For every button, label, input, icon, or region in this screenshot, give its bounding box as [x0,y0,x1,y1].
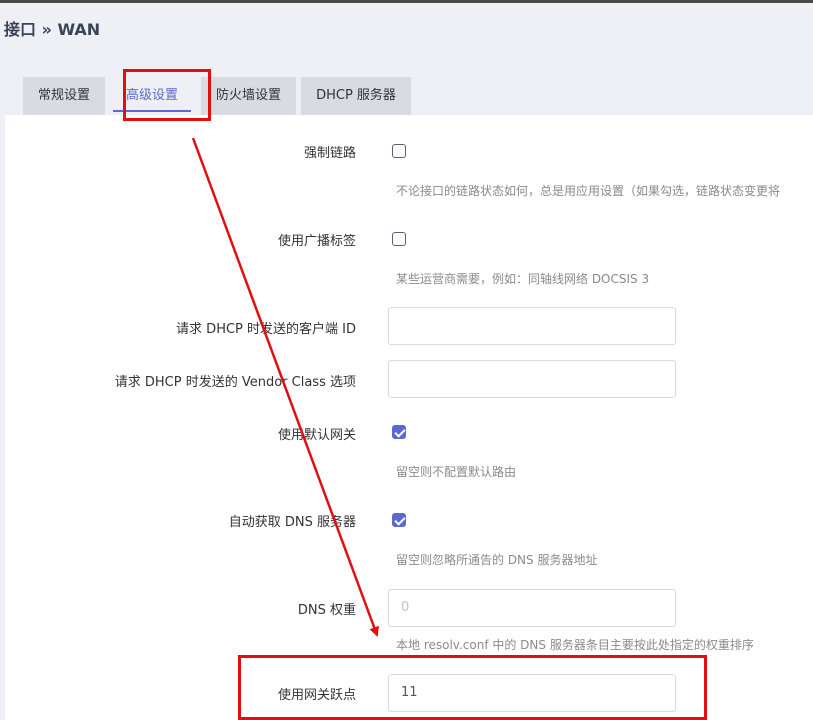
top-border [0,0,813,3]
tab-firewall[interactable]: 防火墙设置 [201,77,296,115]
default-gateway-description: 留空则不配置默认路由 [396,465,517,479]
broadcast-flag-checkbox[interactable] [392,232,406,246]
tab-advanced-label: 高级设置 [125,88,178,103]
active-tab-underline [113,110,191,112]
dns-weight-input[interactable]: 0 [388,589,676,627]
peer-dns-checkbox[interactable] [392,513,406,527]
dns-weight-description: 本地 resolv.conf 中的 DNS 服务器条目主要按此处指定的权重排序 [396,638,754,652]
peer-dns-description: 留空则忽略所通告的 DNS 服务器地址 [396,553,598,567]
settings-panel [5,115,813,720]
vendor-class-label: 请求 DHCP 时发送的 Vendor Class 选项 [114,375,356,390]
peer-dns-label: 自动获取 DNS 服务器 [228,515,356,530]
client-id-input[interactable] [388,307,676,345]
default-gateway-label: 使用默认网关 [277,428,356,443]
broadcast-flag-description: 某些运营商需要，例如：同轴线网络 DOCSIS 3 [396,272,650,286]
force-link-checkbox[interactable] [392,144,406,158]
tab-advanced[interactable]: 高级设置 [111,77,193,115]
force-link-description: 不论接口的链路状态如何，总是用应用设置（如果勾选，链路状态变更将 [396,184,781,198]
client-id-label: 请求 DHCP 时发送的客户端 ID [176,322,356,337]
force-link-label: 强制链路 [303,146,356,161]
tab-dhcp-server[interactable]: DHCP 服务器 [301,77,411,115]
tab-general[interactable]: 常规设置 [23,77,105,115]
dns-weight-label: DNS 权重 [297,603,356,618]
gateway-metric-label: 使用网关跃点 [277,688,356,703]
page-title: 接口 » WAN [4,20,101,39]
vendor-class-input[interactable] [388,360,676,398]
gateway-metric-input[interactable]: 11 [388,674,676,712]
broadcast-flag-label: 使用广播标签 [277,234,356,249]
default-gateway-checkbox[interactable] [392,425,406,439]
